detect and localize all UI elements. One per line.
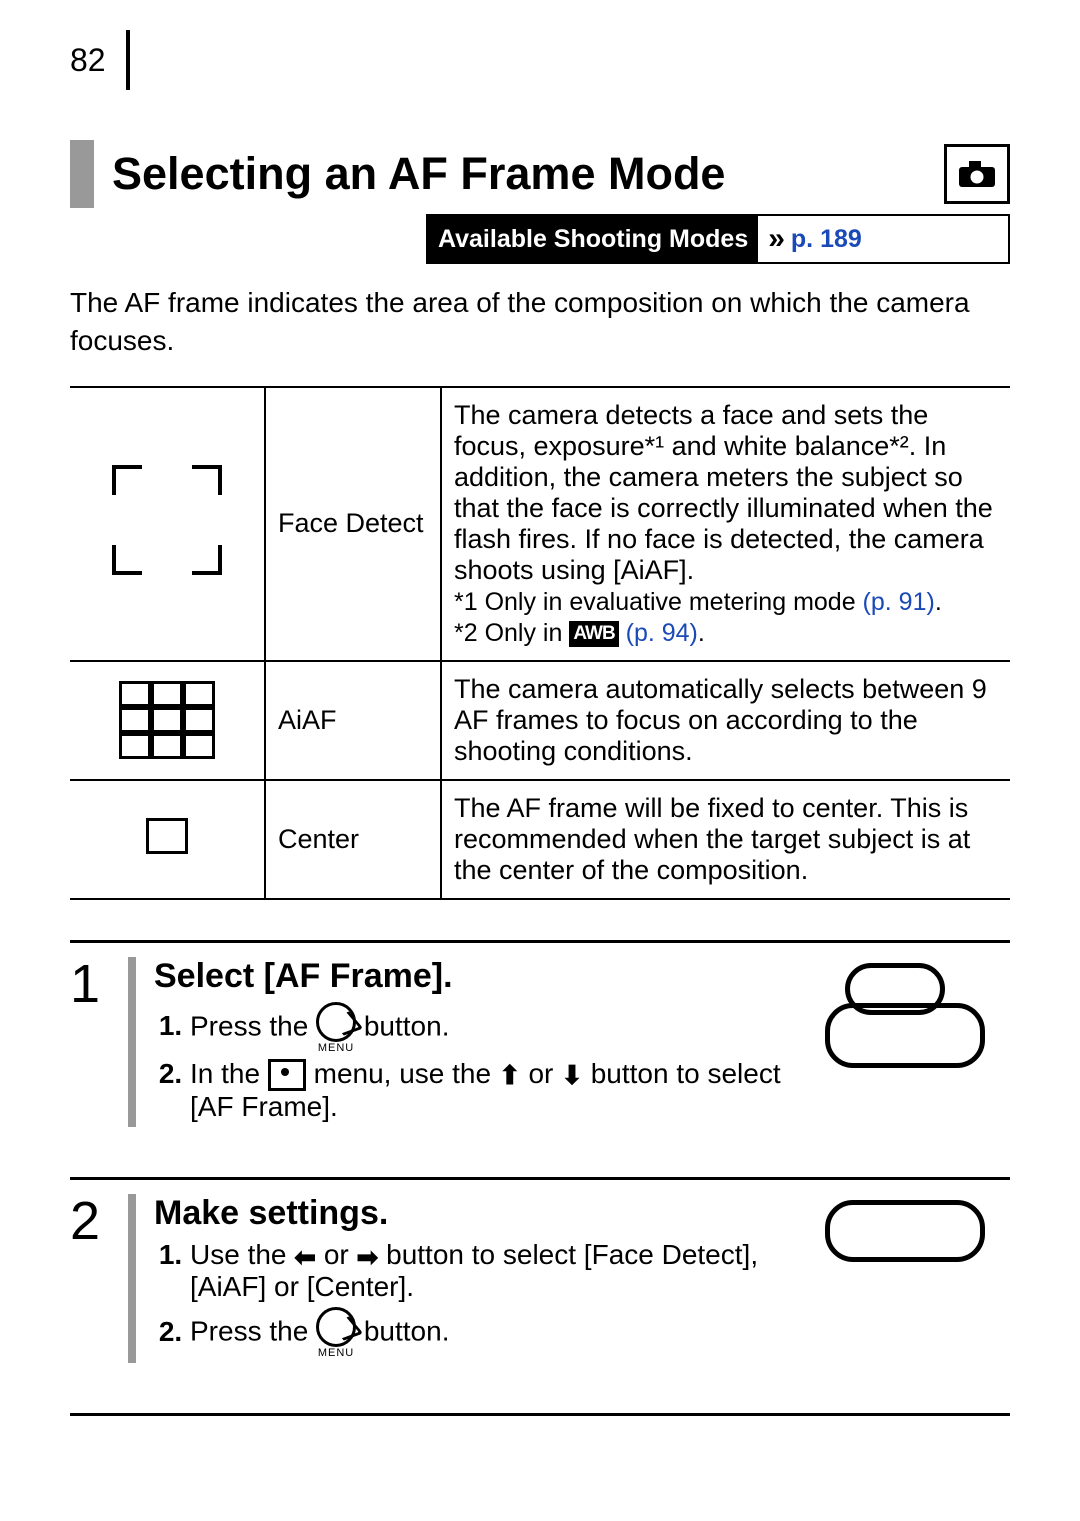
footnote-2: *2 Only in AWB (p. 94). — [454, 619, 705, 647]
page-link[interactable]: (p. 94) — [619, 619, 698, 647]
step-body: Select [AF Frame]. Press the MENU button… — [154, 957, 800, 1128]
af-modes-table: Face Detect The camera detects a face an… — [70, 386, 1010, 900]
step-2: 2 Make settings. Use the ⬅ or ➡ button t… — [70, 1177, 1010, 1413]
mode-name: AiAF — [265, 661, 441, 780]
mode-name: Center — [265, 780, 441, 899]
step-instruction: Press the MENU button. — [190, 1002, 800, 1054]
arrow-right-icon: ➡ — [357, 1244, 379, 1270]
button-diagram-icon — [825, 963, 985, 1063]
step-number: 2 — [70, 1194, 110, 1363]
steps-list: 1 Select [AF Frame]. Press the MENU butt… — [70, 940, 1010, 1417]
page-header: 82 — [70, 30, 1010, 90]
face-detect-icon — [112, 465, 222, 575]
table-row: AiAF The camera automatically selects be… — [70, 661, 1010, 780]
arrow-down-icon: ⬇ — [561, 1062, 583, 1088]
desc-text: The camera detects a face and sets the f… — [454, 400, 993, 585]
step-accent-bar — [128, 957, 136, 1128]
page-number: 82 — [70, 42, 126, 79]
step-body: Make settings. Use the ⬅ or ➡ button to … — [154, 1194, 800, 1363]
menu-button-icon: MENU — [316, 1002, 356, 1054]
table-row: Center The AF frame will be fixed to cen… — [70, 780, 1010, 899]
title-row: Selecting an AF Frame Mode — [70, 140, 1010, 208]
arrow-left-icon: ⬅ — [294, 1244, 316, 1270]
table-row: Face Detect The camera detects a face an… — [70, 387, 1010, 661]
page-link[interactable]: (p. 91) — [863, 588, 935, 616]
step-instruction: In the menu, use the ⬆ or ⬇ button to se… — [190, 1058, 800, 1124]
mode-name: Face Detect — [265, 387, 441, 661]
shooting-modes-label: Available Shooting Modes — [428, 216, 758, 262]
step-1: 1 Select [AF Frame]. Press the MENU butt… — [70, 940, 1010, 1178]
mode-desc: The AF frame will be fixed to center. Th… — [441, 780, 1010, 899]
header-divider — [126, 30, 130, 90]
step-illustration — [800, 957, 1010, 1128]
button-diagram-icon — [825, 1200, 985, 1262]
arrow-up-icon: ⬆ — [499, 1062, 521, 1088]
record-menu-icon — [268, 1059, 306, 1091]
title-accent-bar — [70, 140, 94, 208]
step-title: Make settings. — [154, 1194, 800, 1233]
center-frame-icon — [146, 818, 188, 854]
camera-icon — [957, 159, 997, 189]
chevron-right-icon: » — [758, 222, 791, 256]
awb-badge-icon: AWB — [569, 621, 618, 647]
manual-page: 82 Selecting an AF Frame Mode Available … — [0, 0, 1080, 1521]
step-illustration — [800, 1194, 1010, 1363]
section-title: Selecting an AF Frame Mode — [112, 148, 926, 200]
camera-mode-badge — [944, 144, 1010, 204]
step-instruction: Press the MENU button. — [190, 1307, 800, 1359]
intro-text: The AF frame indicates the area of the c… — [70, 284, 1010, 360]
aiaf-icon — [119, 681, 215, 759]
mode-desc: The camera automatically selects between… — [441, 661, 1010, 780]
step-instruction: Use the ⬅ or ➡ button to select [Face De… — [190, 1239, 800, 1303]
menu-button-icon: MENU — [316, 1307, 356, 1359]
mode-desc: The camera detects a face and sets the f… — [441, 387, 1010, 661]
footnote-1: *1 Only in evaluative metering mode (p. … — [454, 588, 942, 616]
shooting-modes-bar: Available Shooting Modes » p. 189 — [426, 214, 1010, 264]
step-number: 1 — [70, 957, 110, 1128]
step-title: Select [AF Frame]. — [154, 957, 800, 996]
step-accent-bar — [128, 1194, 136, 1363]
shooting-modes-link[interactable]: p. 189 — [791, 225, 862, 254]
